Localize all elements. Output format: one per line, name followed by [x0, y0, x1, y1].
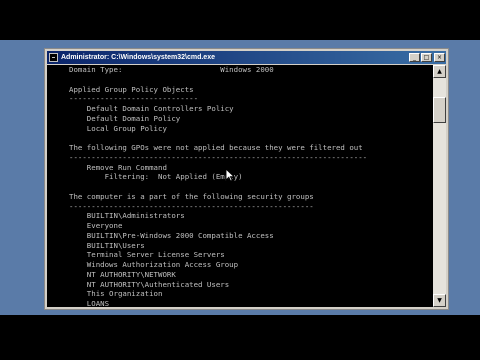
console-line: Windows Authorization Access Group	[69, 260, 239, 269]
minimize-button[interactable]: _	[409, 53, 420, 62]
scroll-up-button[interactable]: ▲	[433, 65, 446, 78]
console-line: ----------------------------------------…	[69, 152, 368, 162]
console-line: The following GPOs were not applied beca…	[69, 143, 363, 152]
scroll-thumb[interactable]	[433, 97, 446, 123]
console-line: Default Domain Controllers Policy	[69, 104, 234, 113]
console-line: BUILTIN\Users	[69, 240, 145, 250]
console-text: Domain Type: Windows 2000 Applied Group …	[47, 65, 433, 307]
console-line: Domain Type: Windows 2000	[69, 65, 274, 74]
console-line: NT AUTHORITY\Authenticated Users	[69, 279, 230, 289]
close-button[interactable]: ×	[434, 53, 445, 62]
console-line: BUILTIN\Pre-Windows 2000 Compatible Acce…	[69, 230, 274, 240]
console-line: This Organization	[69, 289, 163, 299]
window-title: Administrator: C:\Windows\system32\cmd.e…	[61, 54, 215, 61]
console-line: LOANS	[69, 299, 110, 307]
console-line: The computer is a part of the following …	[69, 191, 314, 201]
scroll-down-button[interactable]: ▼	[433, 294, 446, 307]
console-line: Terminal Server License Servers	[69, 250, 225, 260]
console-line: -----------------------------	[69, 94, 199, 104]
console-line: Everyone	[69, 221, 123, 230]
window-controls: _ □ ×	[408, 53, 445, 62]
console-line: ----------------------------------------…	[69, 201, 314, 211]
console-line: Local Group Policy	[69, 123, 167, 133]
console-line: NT AUTHORITY\NETWORK	[69, 269, 176, 279]
cmd-window[interactable]: Administrator: C:\Windows\system32\cmd.e…	[44, 48, 449, 310]
console-line: Default Domain Policy	[69, 113, 181, 123]
maximize-button[interactable]: □	[421, 53, 432, 62]
mouse-pointer-icon	[225, 168, 235, 182]
cmd-icon[interactable]	[49, 53, 58, 62]
vertical-scrollbar[interactable]: ▲ ▼	[433, 65, 446, 307]
console-line: BUILTIN\Administrators	[69, 211, 185, 221]
console-line: Applied Group Policy Objects	[69, 84, 194, 94]
screen: Administrator: C:\Windows\system32\cmd.e…	[0, 0, 480, 360]
console-line: Filtering: Not Applied (Empty)	[69, 172, 243, 182]
window-titlebar[interactable]: Administrator: C:\Windows\system32\cmd.e…	[47, 51, 446, 64]
console-output[interactable]: Domain Type: Windows 2000 Applied Group …	[47, 65, 433, 307]
console-line: Remove Run Command	[69, 162, 167, 172]
